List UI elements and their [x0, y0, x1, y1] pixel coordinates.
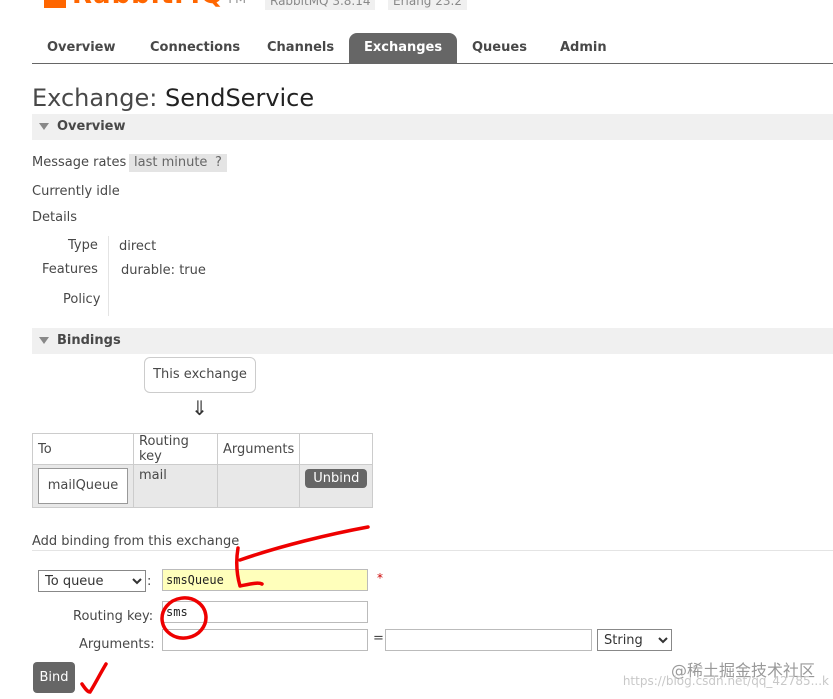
table-header-row: To Routing key Arguments: [32, 433, 374, 465]
page-title: Exchange: SendService: [32, 84, 314, 112]
tab-connections[interactable]: Connections: [135, 33, 255, 63]
details-heading: Details: [32, 210, 78, 225]
destination-colon: :: [147, 574, 152, 589]
binding-actions-cell: Unbind: [299, 464, 374, 508]
help-button[interactable]: ?: [210, 154, 227, 172]
collapse-triangle-icon: [39, 123, 49, 130]
version-badge: RabbitMQ 3.8.14: [265, 0, 376, 10]
add-binding-heading: Add binding from this exchange: [32, 534, 240, 549]
destination-type-select[interactable]: To queueTo exchange: [38, 570, 146, 592]
column-header-arguments: Arguments: [216, 433, 301, 465]
table-row: mailQueue mail Unbind: [32, 464, 374, 508]
binding-arguments: [216, 464, 301, 508]
binding-destination-cell: mailQueue: [32, 464, 134, 508]
features-label: Features: [42, 262, 98, 277]
bindings-section-label: Bindings: [57, 333, 121, 348]
logo-text: RabbitMQ: [72, 0, 224, 8]
overview-section-toggle[interactable]: Overview: [32, 114, 833, 140]
argument-value-input[interactable]: [385, 629, 592, 651]
argument-key-input[interactable]: [162, 629, 368, 651]
message-rates-label: Message rates: [32, 155, 127, 170]
add-binding-divider: [32, 550, 833, 551]
bindings-table: To Routing key Arguments mailQueue mail …: [32, 433, 374, 508]
policy-label: Policy: [63, 292, 101, 307]
tab-admin[interactable]: Admin: [545, 33, 622, 63]
collapse-triangle-icon: [39, 337, 49, 344]
details-divider: [108, 236, 109, 316]
page-title-prefix: Exchange:: [32, 84, 158, 112]
erlang-badge: Erlang 23.2: [388, 0, 467, 10]
exchange-name: SendService: [165, 84, 315, 112]
routing-key-input[interactable]: [162, 601, 368, 623]
annotation-arrow: [238, 525, 370, 562]
required-marker: *: [377, 571, 383, 585]
logo-tm: TM: [226, 0, 247, 7]
tab-queues[interactable]: Queues: [457, 33, 542, 63]
rabbitmq-logo-icon: [44, 0, 66, 8]
durable-label: durable:: [121, 263, 176, 278]
column-header-to: To: [32, 433, 134, 465]
watermark-url: https://blog.csdn.net/qq_42785...k: [622, 674, 829, 688]
annotation-checkmark: [80, 662, 108, 694]
overview-section-label: Overview: [57, 119, 126, 134]
type-label: Type: [68, 238, 98, 253]
column-header-routing-key: Routing key: [133, 433, 218, 465]
rabbitmq-logo: RabbitMQTM: [44, 0, 250, 8]
equals-sign: =: [373, 631, 384, 646]
destination-name-input[interactable]: [162, 569, 368, 591]
durable-value: true: [179, 263, 206, 278]
unbind-button[interactable]: Unbind: [305, 469, 368, 488]
column-header-actions: [299, 433, 374, 465]
durable-feature: durable: true: [121, 263, 206, 278]
tab-exchanges[interactable]: Exchanges: [349, 33, 458, 63]
bind-button[interactable]: Bind: [33, 662, 75, 693]
queue-link-mailqueue[interactable]: mailQueue: [38, 468, 128, 504]
routing-key-label: Routing key:: [73, 609, 154, 624]
message-rates-range-button[interactable]: last minute: [129, 154, 213, 172]
binding-routing-key: mail: [133, 464, 218, 508]
argument-type-select[interactable]: StringNumberBooleanList: [597, 629, 672, 651]
bindings-section-toggle[interactable]: Bindings: [32, 328, 833, 354]
type-value: direct: [119, 239, 157, 254]
idle-status: Currently idle: [32, 184, 120, 199]
main-nav-tabs: Overview Connections Channels Exchanges …: [32, 33, 833, 64]
down-double-arrow-icon: ⇓: [191, 396, 208, 420]
arguments-label: Arguments:: [79, 637, 155, 652]
this-exchange-box: This exchange: [144, 357, 256, 393]
tab-overview[interactable]: Overview: [32, 33, 131, 63]
tab-channels[interactable]: Channels: [252, 33, 349, 63]
